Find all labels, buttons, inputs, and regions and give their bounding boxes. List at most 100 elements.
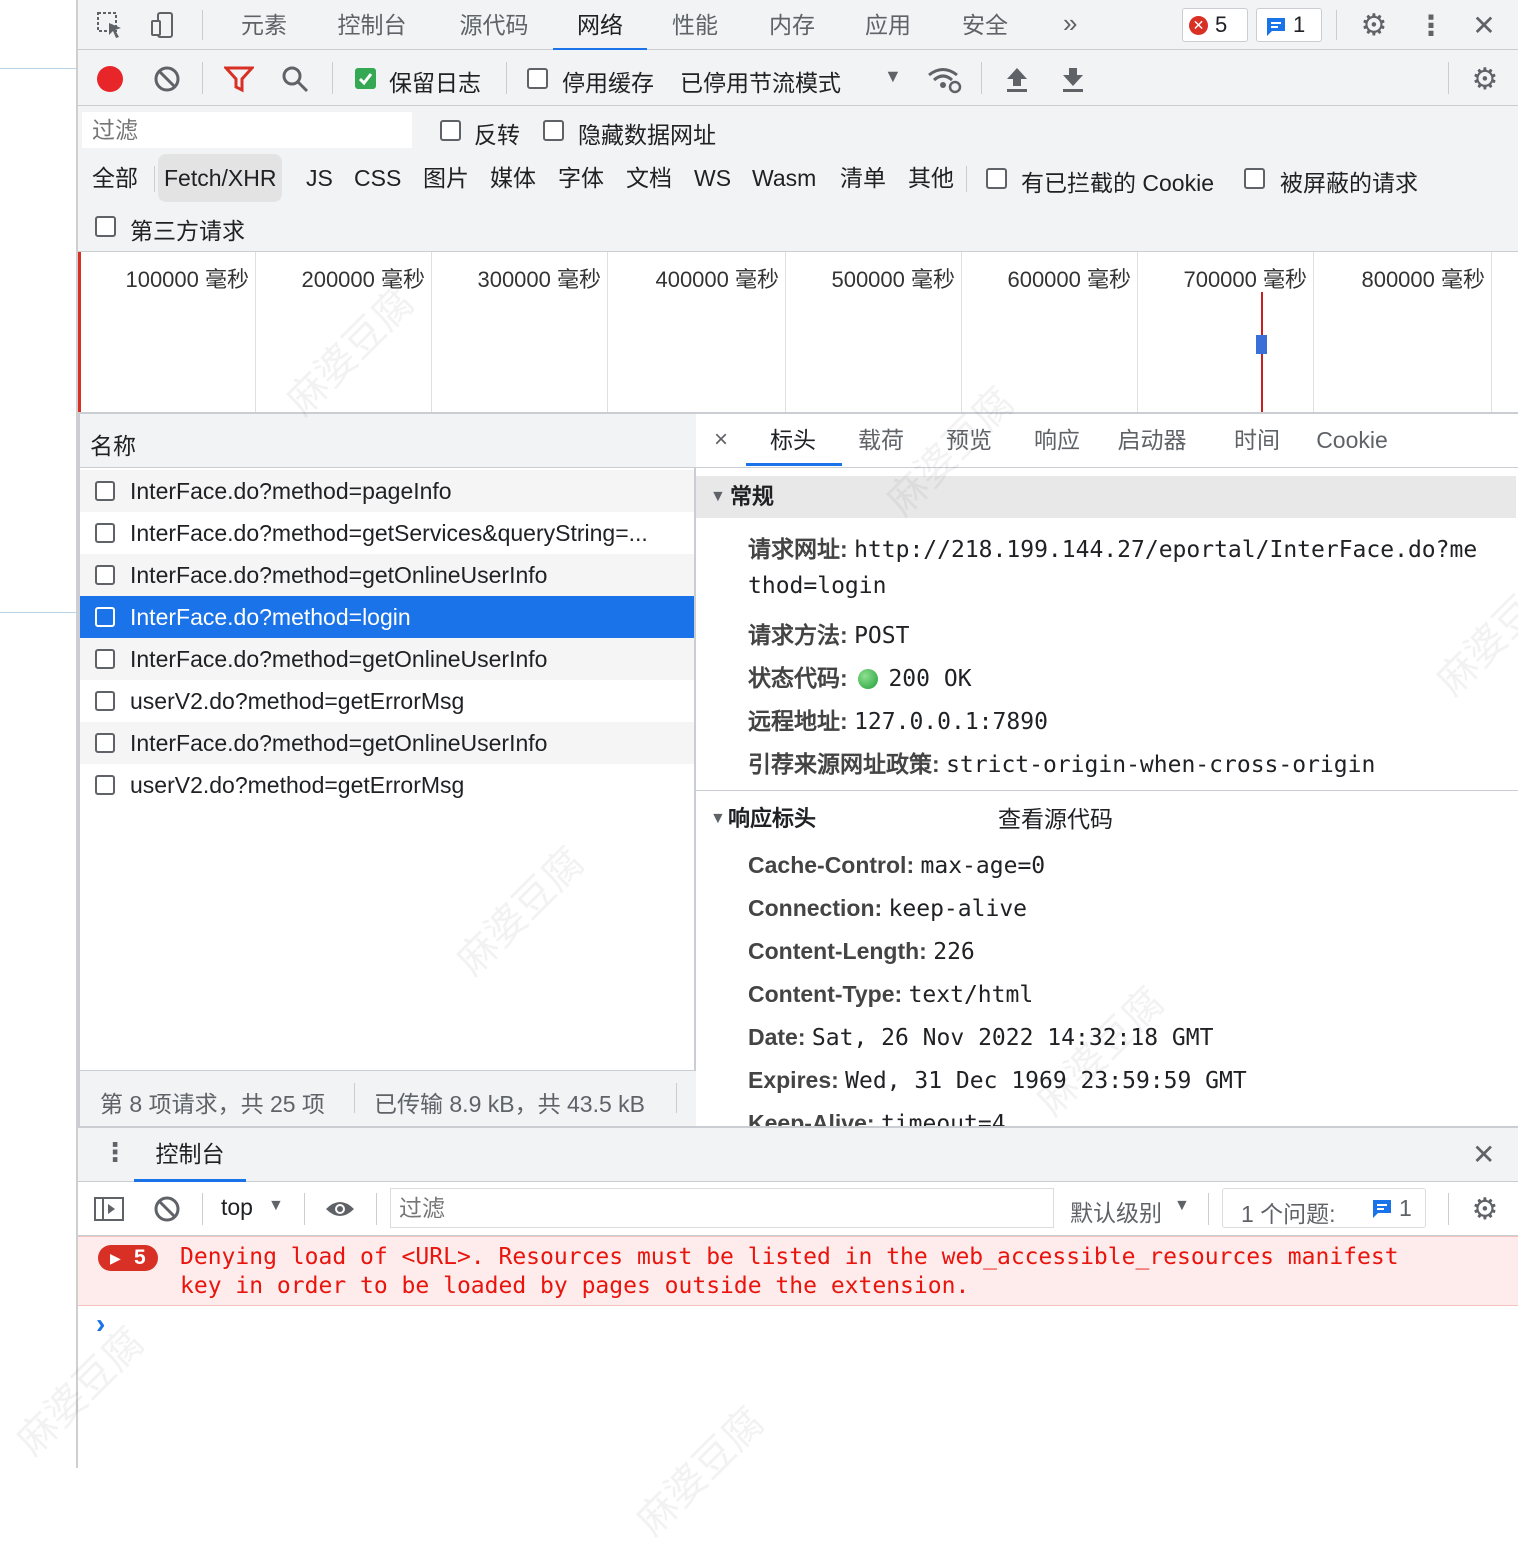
tab-0[interactable]: 元素	[224, 0, 304, 50]
request-row[interactable]: userV2.do?method=getErrorMsg	[80, 680, 694, 722]
search-icon[interactable]	[278, 63, 312, 95]
type-filter-7[interactable]: 文档	[626, 154, 672, 202]
console-toolbar: top ▼ 默认级别 ▼ 1 个问题: 1 ⚙	[78, 1182, 1518, 1236]
view-source-link[interactable]: 查看源代码	[998, 798, 1113, 840]
tab-3[interactable]: 网络	[553, 0, 647, 51]
preserve-log-checkbox[interactable]	[355, 68, 376, 89]
type-filter-10[interactable]: 清单	[840, 154, 886, 202]
request-row[interactable]: InterFace.do?method=pageInfo	[80, 470, 694, 512]
blocked-requests-checkbox[interactable]	[1244, 168, 1265, 189]
request-name: InterFace.do?method=pageInfo	[130, 478, 452, 504]
console-drawer-tab[interactable]: 控制台	[134, 1128, 246, 1182]
throttling-dropdown-icon[interactable]: ▼	[884, 66, 902, 87]
response-header-row: Cache-Control: max-age=0	[748, 852, 1046, 879]
tab-7[interactable]: 安全	[945, 0, 1025, 50]
device-toolbar-icon[interactable]	[148, 9, 180, 41]
timeline-tick-label: 400000 毫秒	[655, 267, 779, 292]
tab-5[interactable]: 内存	[753, 0, 831, 50]
close-devtools-icon[interactable]: ✕	[1468, 9, 1500, 41]
show-sidebar-icon[interactable]	[92, 1194, 126, 1224]
type-filter-0[interactable]: 全部	[92, 154, 138, 202]
issue-counter[interactable]: 1	[1256, 8, 1322, 42]
live-expression-eye-icon[interactable]	[322, 1194, 358, 1224]
type-filter-4[interactable]: 图片	[423, 154, 469, 202]
error-counter[interactable]: ✕ 5	[1182, 8, 1248, 42]
type-filter-9[interactable]: Wasm	[752, 154, 816, 202]
details-tab-2[interactable]: 预览	[940, 414, 998, 466]
clear-console-icon[interactable]	[150, 1193, 184, 1225]
request-row[interactable]: InterFace.do?method=login	[80, 596, 694, 638]
context-selector[interactable]: top	[221, 1194, 253, 1221]
console-error-message[interactable]: ▶ 5 Denying load of <URL>. Resources mus…	[78, 1236, 1518, 1306]
filter-funnel-icon[interactable]	[222, 63, 256, 95]
type-filter-1[interactable]: Fetch/XHR	[158, 154, 283, 202]
clear-icon[interactable]	[150, 62, 184, 96]
timeline-gridline	[607, 252, 608, 412]
timeline-tick-label: 100000 毫秒	[125, 267, 249, 292]
status-bar: 第 8 项请求，共 25 项 已传输 8.9 kB，共 43.5 kB	[80, 1070, 696, 1126]
type-filter-8[interactable]: WS	[694, 154, 731, 202]
divider	[0, 612, 76, 613]
network-conditions-icon[interactable]	[924, 62, 964, 96]
name-column-header[interactable]: 名称	[80, 414, 696, 468]
console-filter-input[interactable]	[390, 1188, 1054, 1228]
request-row[interactable]: InterFace.do?method=getOnlineUserInfo	[80, 638, 694, 680]
tab-4[interactable]: 性能	[655, 0, 735, 50]
disable-cache-label: 停用缓存	[562, 70, 654, 96]
tab-1[interactable]: 控制台	[326, 0, 418, 50]
details-tab-3[interactable]: 响应	[1028, 414, 1086, 466]
more-options-icon[interactable]: ⋮	[1416, 9, 1446, 41]
request-row[interactable]: InterFace.do?method=getOnlineUserInfo	[80, 554, 694, 596]
close-drawer-icon[interactable]: ✕	[1472, 1138, 1495, 1171]
details-tab-5[interactable]: 时间	[1228, 414, 1286, 466]
export-har-icon[interactable]	[1056, 62, 1090, 96]
request-name: InterFace.do?method=getOnlineUserInfo	[130, 562, 548, 588]
details-tab-6[interactable]: Cookie	[1312, 414, 1392, 466]
error-repeat-badge[interactable]: ▶ 5	[98, 1245, 158, 1271]
devtools-panel: » ✕ 5 1 ⚙ ⋮ ✕ 元素 控制台 源代码 网络 性能 内存 应用 安全 保留日志	[9, 0, 1518, 1544]
import-har-icon[interactable]	[1000, 62, 1034, 96]
general-section-header[interactable]: ▼ 常规	[696, 476, 1516, 518]
log-level-dropdown-icon[interactable]: ▼	[1174, 1197, 1190, 1215]
drawer-menu-icon[interactable]: ⋮	[102, 1137, 128, 1168]
request-row[interactable]: userV2.do?method=getErrorMsg	[80, 764, 694, 806]
log-level-select[interactable]: 默认级别	[1070, 1194, 1162, 1228]
network-settings-gear-icon[interactable]: ⚙	[1468, 62, 1502, 96]
more-tabs-button[interactable]: »	[1063, 8, 1077, 39]
context-dropdown-icon[interactable]: ▼	[268, 1197, 284, 1215]
console-prompt-icon[interactable]: ›	[96, 1308, 105, 1340]
inspect-element-icon[interactable]	[94, 9, 126, 41]
details-tab-4[interactable]: 启动器	[1116, 414, 1188, 466]
type-filter-5[interactable]: 媒体	[490, 154, 536, 202]
invert-checkbox[interactable]	[440, 120, 461, 141]
transferred-status: 已传输 8.9 kB，共 43.5 kB	[374, 1091, 645, 1117]
tab-2[interactable]: 源代码	[448, 0, 540, 50]
response-headers-section-header[interactable]: ▼ 响应标头 查看源代码	[696, 798, 1516, 840]
details-tab-1[interactable]: 载荷	[852, 414, 910, 466]
request-row[interactable]: InterFace.do?method=getOnlineUserInfo	[80, 722, 694, 764]
details-tab-0[interactable]: 标头	[746, 414, 842, 466]
request-method-row: 请求方法: POST	[748, 622, 910, 649]
type-filter-6[interactable]: 字体	[558, 154, 604, 202]
filter-input[interactable]	[82, 112, 412, 148]
issues-button[interactable]: 1 个问题: 1	[1222, 1188, 1426, 1228]
console-settings-gear-icon[interactable]: ⚙	[1468, 1193, 1502, 1226]
type-filter-11[interactable]: 其他	[908, 154, 954, 202]
request-count-status: 第 8 项请求，共 25 项	[100, 1091, 325, 1117]
request-url-continuation: thod=login	[748, 573, 887, 599]
type-filter-3[interactable]: CSS	[354, 154, 401, 202]
tab-6[interactable]: 应用	[849, 0, 927, 50]
blocked-cookies-checkbox[interactable]	[986, 168, 1007, 189]
type-filter-2[interactable]: JS	[306, 154, 333, 202]
timeline-gridline	[1491, 252, 1492, 412]
hide-data-urls-checkbox[interactable]	[543, 120, 564, 141]
settings-gear-icon[interactable]: ⚙	[1357, 9, 1391, 42]
disable-cache-checkbox[interactable]	[527, 68, 548, 89]
throttling-select[interactable]: 已停用节流模式	[680, 64, 841, 98]
close-details-icon[interactable]: ×	[714, 426, 728, 454]
preserve-log-label: 保留日志	[389, 70, 481, 96]
third-party-checkbox[interactable]	[95, 216, 116, 237]
request-row[interactable]: InterFace.do?method=getServices&queryStr…	[80, 512, 694, 554]
error-text-line: Denying load of <URL>. Resources must be…	[180, 1244, 1399, 1270]
record-icon[interactable]	[97, 66, 123, 92]
